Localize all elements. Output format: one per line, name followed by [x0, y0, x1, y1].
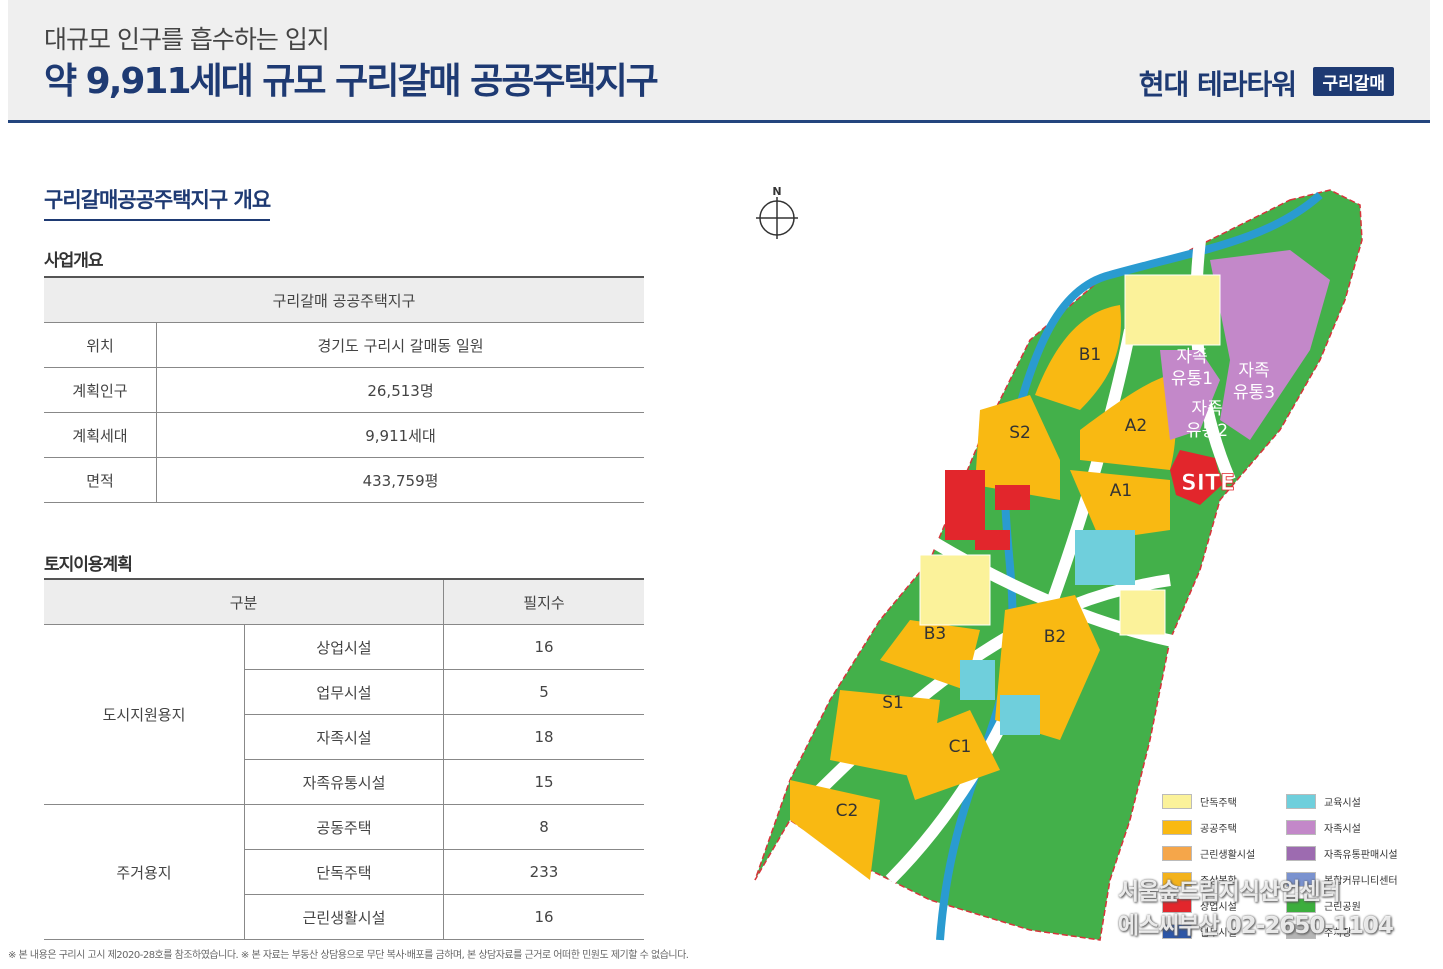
type-cell: 자족시설	[244, 714, 444, 760]
compass-icon: N	[756, 185, 798, 239]
overview-heading: 사업개요	[44, 251, 104, 271]
label-z2a: 자족	[1191, 399, 1222, 419]
page-header: 대규모 인구를 흡수하는 입지 약 9,911세대 규모 구리갈매 공공주택지구…	[8, 0, 1430, 123]
label-z1b: 유통1	[1171, 369, 1213, 389]
legend-label: 근린생활시설	[1200, 850, 1256, 861]
label-a2: A2	[1125, 416, 1147, 436]
count-cell: 15	[443, 759, 644, 805]
overview-table-title: 구리갈매 공공주택지구	[44, 276, 644, 323]
col-count: 필지수	[443, 578, 644, 625]
legend-swatch	[1286, 820, 1316, 835]
legend-swatch	[1286, 846, 1316, 861]
row-key: 계획인구	[44, 367, 157, 413]
table-row: 주거용지 공동주택 8	[44, 804, 644, 940]
legend-swatch	[1286, 794, 1316, 809]
row-key: 위치	[44, 322, 157, 368]
count-cell: 233	[443, 849, 644, 895]
label-c1: C1	[949, 737, 972, 757]
legend-swatch	[1162, 794, 1192, 809]
overview-table: 구리갈매 공공주택지구 위치 경기도 구리시 갈매동 일원 계획인구 26,513명…	[44, 276, 644, 503]
type-cell: 자족유통시설	[244, 759, 444, 805]
label-b1: B1	[1079, 345, 1101, 365]
legend-item: 교육시설	[1286, 794, 1361, 809]
watermark: 서울숲드림지식산업센터 에스씨부산 02-2650-1104	[1118, 875, 1394, 943]
type-cell: 근린생활시설	[244, 894, 444, 940]
table-row: 계획인구 26,513명	[44, 367, 644, 413]
label-s2: S2	[1009, 423, 1031, 443]
landuse-heading: 토지이용계획	[44, 555, 133, 575]
footnote: ※ 본 내용은 구리시 고시 제2020-28호를 참조하였습니다. ※ 본 자…	[8, 950, 689, 961]
count-cell: 16	[443, 624, 644, 670]
table-row: 위치 경기도 구리시 갈매동 일원	[44, 322, 644, 368]
watermark-line2: 에스씨부산 02-2650-1104	[1118, 913, 1394, 939]
row-value: 26,513명	[156, 367, 644, 413]
label-b2: B2	[1044, 627, 1066, 647]
row-key: 계획세대	[44, 412, 157, 458]
col-category: 구분	[44, 578, 444, 625]
type-cell: 상업시설	[244, 624, 444, 670]
group-name: 주거용지	[44, 804, 245, 940]
legend-item: 자족유통판매시설	[1286, 846, 1398, 861]
group-name: 도시지원용지	[44, 624, 245, 805]
type-cell: 공동주택	[244, 804, 444, 850]
legend-label: 교육시설	[1324, 798, 1361, 809]
brand-tag: 구리갈매	[1313, 67, 1394, 96]
count-cell: 18	[443, 714, 644, 760]
site-label: SITE	[1181, 471, 1235, 496]
label-b3: B3	[924, 624, 946, 644]
label-s1: S1	[882, 693, 904, 713]
row-value: 433,759평	[156, 457, 644, 503]
legend-label: 공공주택	[1200, 824, 1237, 835]
table-row: 도시지원용지 상업시설 16	[44, 624, 644, 805]
row-value: 경기도 구리시 갈매동 일원	[156, 322, 644, 368]
page-subtitle: 대규모 인구를 흡수하는 입지	[44, 25, 330, 54]
label-c2: C2	[836, 801, 859, 821]
brand-name: 현대 테라타워	[1138, 68, 1297, 101]
label-z3b: 유통3	[1233, 383, 1275, 403]
section-title: 구리갈매공공주택지구 개요	[44, 184, 271, 221]
watermark-line1: 서울숲드림지식산업센터	[1118, 879, 1341, 905]
landuse-table: 구분 필지수 도시지원용지 상업시설 16 업무시설 5 자족시설 18 자족유통시…	[44, 578, 644, 940]
row-value: 9,911세대	[156, 412, 644, 458]
count-cell: 16	[443, 894, 644, 940]
north-label: N	[772, 185, 781, 198]
row-key: 면적	[44, 457, 157, 503]
legend-swatch	[1162, 846, 1192, 861]
type-cell: 업무시설	[244, 669, 444, 715]
type-cell: 단독주택	[244, 849, 444, 895]
legend-label: 자족유통판매시설	[1324, 850, 1398, 861]
count-cell: 5	[443, 669, 644, 715]
label-z2b: 유통2	[1186, 421, 1228, 441]
legend-label: 단독주택	[1200, 798, 1237, 809]
label-a1: A1	[1110, 481, 1132, 501]
label-z3a: 자족	[1238, 361, 1269, 381]
legend-item: 단독주택	[1162, 794, 1237, 809]
legend-swatch	[1162, 820, 1192, 835]
legend-item: 공공주택	[1162, 820, 1237, 835]
label-z1a: 자족	[1176, 347, 1207, 367]
table-row: 면적 433,759평	[44, 457, 644, 503]
page-title: 약 9,911세대 규모 구리갈매 공공주택지구	[44, 61, 659, 102]
count-cell: 8	[443, 804, 644, 850]
legend-label: 자족시설	[1324, 824, 1361, 835]
legend-item: 근린생활시설	[1162, 846, 1255, 861]
table-row: 계획세대 9,911세대	[44, 412, 644, 458]
legend-item: 자족시설	[1286, 820, 1361, 835]
